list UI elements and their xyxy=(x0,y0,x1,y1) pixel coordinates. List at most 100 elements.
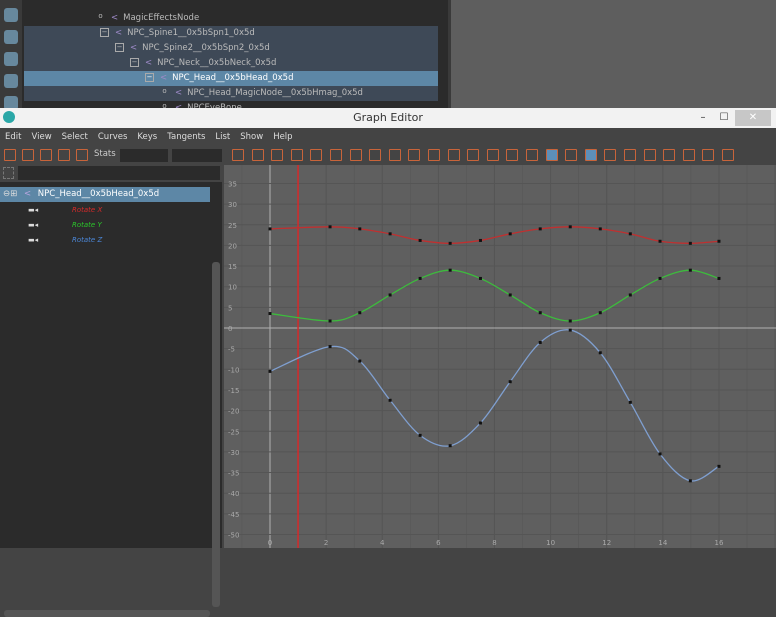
lock-weight-icon[interactable] xyxy=(526,149,538,161)
keyframe xyxy=(568,225,572,229)
expand-icon[interactable]: − xyxy=(115,43,124,52)
frame-playback-icon[interactable] xyxy=(251,149,264,161)
close-button[interactable]: ✕ xyxy=(735,110,771,126)
keyframe xyxy=(508,293,512,297)
window-title: Graph Editor xyxy=(353,111,423,124)
channel-row[interactable]: ▬◂ Rotate Z xyxy=(0,233,210,248)
keyframe xyxy=(568,319,572,323)
dope-sheet-icon[interactable] xyxy=(702,149,715,161)
keyframe xyxy=(358,227,362,231)
keyframe xyxy=(658,452,662,456)
keyframe xyxy=(598,227,602,231)
y-tick-label: -30 xyxy=(228,449,239,457)
menu-select[interactable]: Select xyxy=(57,128,93,146)
outliner-row[interactable]: − < NPC_Head__0x5bHead_0x5d xyxy=(24,71,438,86)
search-input[interactable] xyxy=(18,166,220,180)
value-snap-icon[interactable] xyxy=(604,149,617,161)
maximize-button[interactable]: ☐ xyxy=(716,110,732,126)
post-infinity-icon[interactable] xyxy=(643,149,656,161)
outliner-label: NPC_Neck__0x5bNeck_0x5d xyxy=(157,58,277,68)
retime-icon[interactable] xyxy=(76,149,88,161)
toolbar: Stats xyxy=(0,146,776,164)
cycle-icon[interactable] xyxy=(663,149,676,161)
curve-display-icon[interactable] xyxy=(545,149,558,161)
filter-icon[interactable] xyxy=(3,167,14,179)
graph-view[interactable]: 35302520151050-5-10-15-20-25-30-35-40-45… xyxy=(224,165,776,548)
x-tick-label: 10 xyxy=(546,539,555,547)
keyframe xyxy=(717,464,721,468)
keyframe xyxy=(688,268,692,272)
expand-icon[interactable]: − xyxy=(145,73,154,82)
stats-field-1[interactable] xyxy=(120,149,168,162)
swap-buffer-icon[interactable] xyxy=(447,149,460,161)
plateau-tangent-icon[interactable] xyxy=(408,149,421,161)
menu-show[interactable]: Show xyxy=(235,128,268,146)
auto-tangent-icon[interactable] xyxy=(290,149,303,161)
select-tool-icon[interactable] xyxy=(4,8,18,22)
lattice-icon[interactable] xyxy=(40,149,52,161)
move-key-icon[interactable] xyxy=(4,149,16,161)
spline-tangent-icon[interactable] xyxy=(310,149,323,161)
menu-tangents[interactable]: Tangents xyxy=(162,128,210,146)
outliner-row[interactable]: o < NPC_Head_MagicNode__0x5bHmag_0x5d xyxy=(24,86,438,101)
linear-tangent-icon[interactable] xyxy=(349,149,362,161)
unify-tangent-icon[interactable] xyxy=(486,149,499,161)
paint-tool-icon[interactable] xyxy=(4,52,18,66)
flat-tangent-icon[interactable] xyxy=(369,149,382,161)
lasso-tool-icon[interactable] xyxy=(4,30,18,44)
keyframe xyxy=(268,312,272,316)
horizontal-scrollbar[interactable] xyxy=(4,610,210,617)
keyframe xyxy=(418,433,422,437)
region-select-icon[interactable] xyxy=(58,149,70,161)
keyframe xyxy=(598,351,602,355)
expand-icon[interactable]: − xyxy=(100,28,109,37)
outliner-label: NPC_Head__0x5bHead_0x5d xyxy=(172,73,294,83)
outliner-row[interactable]: − < NPC_Spine1__0x5bSpn1_0x5d xyxy=(24,26,438,41)
center-current-icon[interactable] xyxy=(271,149,284,161)
collapse-icon[interactable]: ⊖⊞ xyxy=(3,189,17,199)
menu-list[interactable]: List xyxy=(210,128,235,146)
menu-help[interactable]: Help xyxy=(268,128,297,146)
y-tick-label: 5 xyxy=(228,304,232,312)
outliner-row[interactable]: − < NPC_Spine2__0x5bSpn2_0x5d xyxy=(24,41,438,56)
stats-label: Stats xyxy=(94,149,116,159)
plug-icon: ▬◂ xyxy=(28,221,39,229)
channel-row[interactable]: ▬◂ Rotate Y xyxy=(0,218,210,233)
isolate-icon[interactable] xyxy=(682,149,695,161)
minimize-button[interactable]: – xyxy=(695,110,711,126)
clamped-tangent-icon[interactable] xyxy=(330,149,342,161)
buffer-curve-icon[interactable] xyxy=(428,149,440,161)
outliner-row[interactable]: o < MagicEffectsNode xyxy=(24,11,438,26)
keyframe xyxy=(328,319,332,323)
frame-all-icon[interactable] xyxy=(232,149,244,161)
y-tick-label: 20 xyxy=(228,242,237,250)
trax-icon[interactable] xyxy=(722,149,734,161)
expand-icon[interactable]: − xyxy=(130,58,139,67)
pre-infinity-icon[interactable] xyxy=(624,149,636,161)
normalize-icon[interactable] xyxy=(565,149,578,161)
keyframe xyxy=(418,276,422,280)
menu-edit[interactable]: Edit xyxy=(0,128,26,146)
menu-curves[interactable]: Curves xyxy=(93,128,133,146)
menu-view[interactable]: View xyxy=(26,128,56,146)
insert-key-icon[interactable] xyxy=(22,149,34,161)
channel-label: Rotate X xyxy=(72,206,103,214)
y-tick-label: -35 xyxy=(228,470,239,478)
vertical-scrollbar[interactable] xyxy=(212,262,220,607)
menu-keys[interactable]: Keys xyxy=(132,128,162,146)
channel-row[interactable]: ▬◂ Rotate X xyxy=(0,203,210,218)
outliner-row[interactable]: − < NPC_Neck__0x5bNeck_0x5d xyxy=(24,56,438,71)
break-tangent-icon[interactable] xyxy=(467,149,480,161)
stats-field-2[interactable] xyxy=(172,149,222,162)
keyframe xyxy=(388,398,392,402)
viewport[interactable] xyxy=(448,0,776,108)
free-weight-icon[interactable] xyxy=(506,149,519,161)
expand-icon[interactable]: o xyxy=(96,13,105,22)
expand-icon[interactable]: o xyxy=(160,88,169,97)
keyframe xyxy=(508,232,512,236)
node-row[interactable]: ⊖⊞ < NPC_Head__0x5bHead_0x5d xyxy=(0,187,210,202)
time-snap-icon[interactable] xyxy=(584,149,597,161)
tool-strip xyxy=(0,0,22,110)
move-tool-icon[interactable] xyxy=(4,74,18,88)
step-tangent-icon[interactable] xyxy=(388,149,401,161)
